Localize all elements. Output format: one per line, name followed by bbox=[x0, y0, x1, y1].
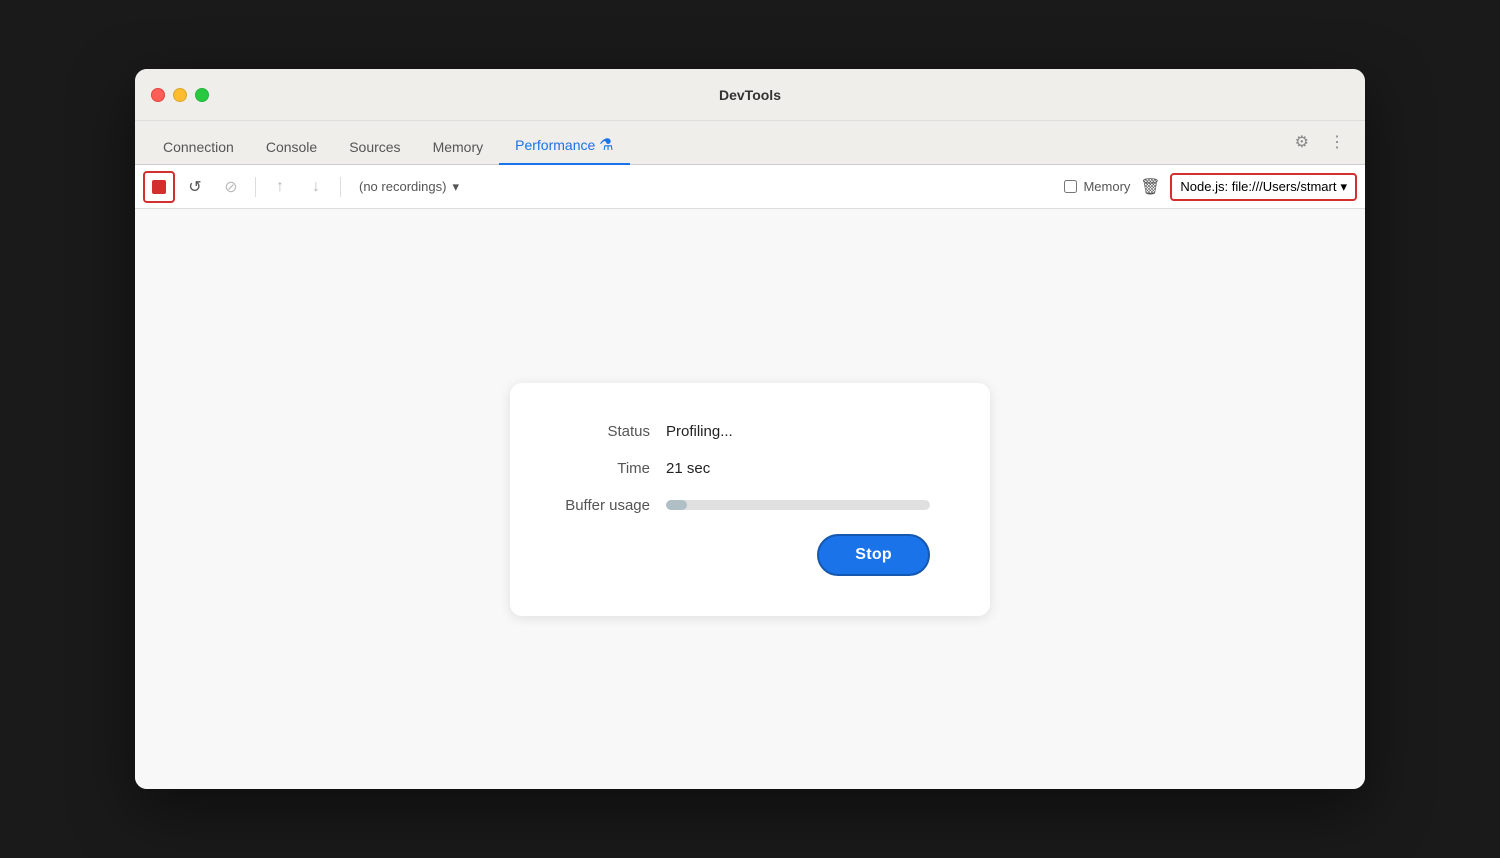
main-content: Status Profiling... Time 21 sec Buffer u… bbox=[135, 209, 1365, 789]
memory-checkbox[interactable] bbox=[1064, 180, 1077, 193]
devtools-window: DevTools Connection Console Sources Memo… bbox=[135, 69, 1365, 789]
buffer-bar-container bbox=[666, 500, 930, 510]
node-selector[interactable]: Node.js: file:///Users/stmart ▾ bbox=[1170, 173, 1357, 201]
recordings-dropdown[interactable]: (no recordings) ▾ bbox=[349, 175, 469, 199]
tab-connection[interactable]: Connection bbox=[147, 131, 250, 165]
download-button[interactable]: ↓ bbox=[300, 171, 332, 203]
tabbar: Connection Console Sources Memory Perfor… bbox=[135, 121, 1365, 165]
memory-checkbox-label[interactable]: Memory bbox=[1064, 179, 1130, 194]
cleanup-icon[interactable]: 🗑 bbox=[1134, 171, 1166, 203]
time-value: 21 sec bbox=[666, 460, 710, 477]
tab-performance[interactable]: Performance ⚗ bbox=[499, 127, 629, 165]
record-button[interactable] bbox=[143, 171, 175, 203]
buffer-row: Buffer usage bbox=[550, 497, 930, 514]
traffic-lights bbox=[151, 88, 209, 102]
buffer-label: Buffer usage bbox=[550, 497, 650, 514]
status-row: Status Profiling... bbox=[550, 423, 930, 440]
status-value: Profiling... bbox=[666, 423, 733, 440]
tab-memory[interactable]: Memory bbox=[417, 131, 500, 165]
refresh-button[interactable]: ↺ bbox=[179, 171, 211, 203]
minimize-button[interactable] bbox=[173, 88, 187, 102]
tab-icons: ⚙ ⋮ bbox=[1291, 128, 1349, 156]
upload-button[interactable]: ↑ bbox=[264, 171, 296, 203]
record-icon bbox=[152, 180, 166, 194]
beaker-icon: ⚗ bbox=[599, 137, 613, 154]
clear-button[interactable]: ⊘ bbox=[215, 171, 247, 203]
recordings-label: (no recordings) bbox=[359, 179, 446, 194]
more-options-icon[interactable]: ⋮ bbox=[1325, 128, 1349, 156]
dropdown-chevron-icon: ▾ bbox=[452, 179, 459, 195]
time-label: Time bbox=[550, 460, 650, 477]
close-button[interactable] bbox=[151, 88, 165, 102]
buffer-bar-fill bbox=[666, 500, 687, 510]
titlebar: DevTools bbox=[135, 69, 1365, 121]
toolbar: ↺ ⊘ ↑ ↓ (no recordings) ▾ Memory 🗑 Node.… bbox=[135, 165, 1365, 209]
time-row: Time 21 sec bbox=[550, 460, 930, 477]
tab-console[interactable]: Console bbox=[250, 131, 333, 165]
separator-1 bbox=[255, 177, 256, 197]
status-card: Status Profiling... Time 21 sec Buffer u… bbox=[510, 383, 990, 616]
maximize-button[interactable] bbox=[195, 88, 209, 102]
status-label: Status bbox=[550, 423, 650, 440]
stop-button[interactable]: Stop bbox=[817, 534, 930, 576]
separator-2 bbox=[340, 177, 341, 197]
window-title: DevTools bbox=[719, 87, 781, 103]
node-selector-chevron-icon: ▾ bbox=[1340, 179, 1347, 195]
stop-button-row: Stop bbox=[550, 534, 930, 576]
tab-sources[interactable]: Sources bbox=[333, 131, 416, 165]
settings-icon[interactable]: ⚙ bbox=[1291, 128, 1313, 156]
